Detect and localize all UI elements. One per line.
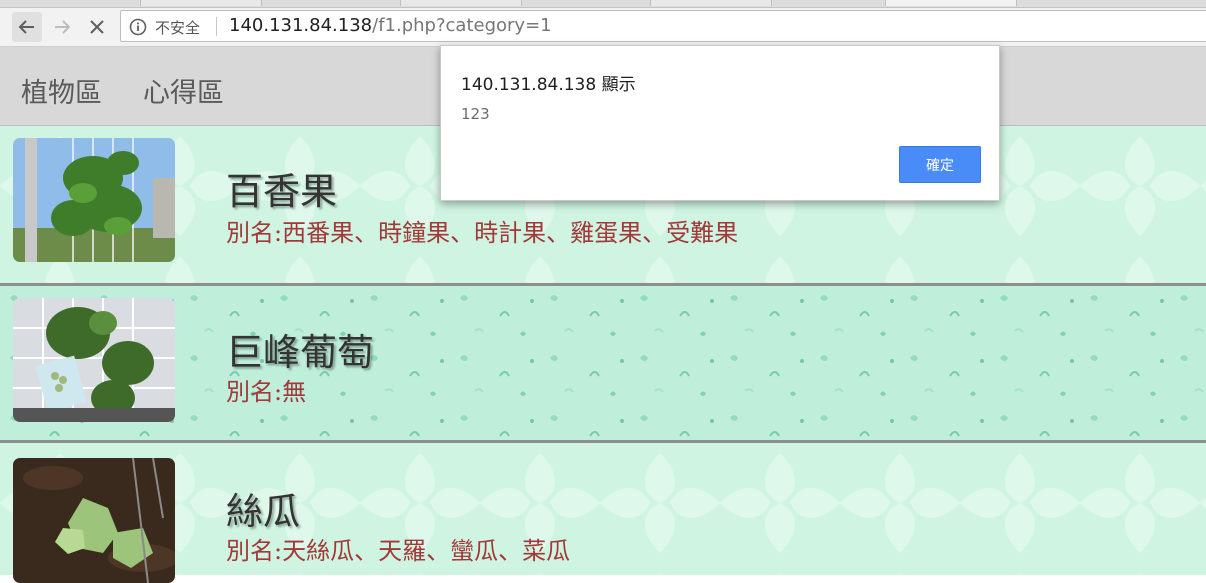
address-bar[interactable]: 不安全 140.131.84.138/f1.php?category=1 <box>120 10 1206 42</box>
back-button[interactable] <box>12 12 42 42</box>
browser-tab[interactable] <box>650 0 772 6</box>
plant-name: 百香果 <box>226 170 337 213</box>
browser-tab[interactable] <box>140 0 262 6</box>
loofah-image <box>13 458 175 583</box>
plant-name: 巨峰葡萄 <box>226 331 374 374</box>
back-arrow-icon <box>18 20 34 34</box>
plant-alias: 別名:西番果、時鐘果、時計果、雞蛋果、受難果 <box>226 219 739 247</box>
plant-row[interactable]: 巨峰葡萄 別名:無 <box>0 283 1206 443</box>
security-label[interactable]: 不安全 <box>155 17 200 38</box>
alert-title: 140.131.84.138 顯示 <box>461 75 636 95</box>
close-icon <box>90 20 104 34</box>
url-path: /f1.php?category=1 <box>372 15 552 36</box>
ok-button[interactable]: 確定 <box>899 146 981 183</box>
forward-arrow-icon <box>55 20 71 34</box>
browser-tab-active[interactable] <box>885 0 1017 6</box>
browser-tab[interactable] <box>400 0 522 6</box>
grape-image <box>13 298 175 422</box>
info-icon[interactable] <box>129 18 147 36</box>
plant-alias: 別名:無 <box>226 378 307 406</box>
divider <box>216 17 217 36</box>
plant-photo[interactable] <box>13 298 175 422</box>
alert-message: 123 <box>461 105 490 123</box>
damask-pattern <box>0 443 1206 575</box>
nav-item-plants[interactable]: 植物區 <box>21 71 102 110</box>
url-host: 140.131.84.138 <box>229 15 373 36</box>
texture-pattern <box>0 286 1206 440</box>
plant-photo[interactable] <box>13 138 175 262</box>
forward-button[interactable] <box>47 12 77 42</box>
plant-alias: 別名:天絲瓜、天羅、蠻瓜、菜瓜 <box>226 537 571 565</box>
browser-toolbar: 不安全 140.131.84.138/f1.php?category=1 <box>0 8 1206 47</box>
tab-strip <box>0 0 1206 8</box>
plant-name: 絲瓜 <box>226 490 300 533</box>
url-text[interactable]: 140.131.84.138/f1.php?category=1 <box>229 15 552 36</box>
stop-button[interactable] <box>82 12 112 42</box>
nav-item-notes[interactable]: 心得區 <box>143 71 224 110</box>
alert-dialog: 140.131.84.138 顯示 123 確定 <box>440 45 1000 201</box>
plant-photo[interactable] <box>13 458 175 583</box>
passion-fruit-image <box>13 138 175 262</box>
plant-row[interactable]: 絲瓜 別名:天絲瓜、天羅、蠻瓜、菜瓜 <box>0 443 1206 583</box>
